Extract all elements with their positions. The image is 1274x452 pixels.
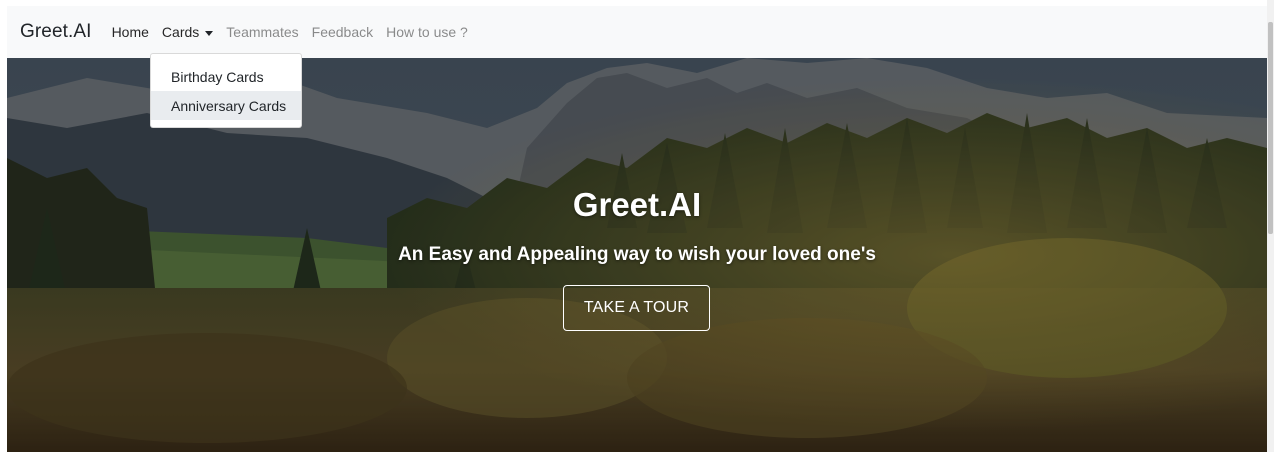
dropdown-item-anniversary-cards[interactable]: Anniversary Cards xyxy=(151,91,301,120)
nav-teammates[interactable]: Teammates xyxy=(226,24,298,40)
navbar-brand[interactable]: Greet.AI xyxy=(20,21,92,43)
navbar: Greet.AI Home Cards Teammates Feedback H… xyxy=(7,6,1267,58)
cards-dropdown-menu: Birthday Cards Anniversary Cards xyxy=(150,53,302,128)
vertical-scrollbar[interactable] xyxy=(1267,0,1274,452)
hero-title: Greet.AI xyxy=(572,186,702,223)
nav-teammates-label: Teammates xyxy=(226,24,299,40)
nav-how-to-use-label: How to use ? xyxy=(386,24,468,40)
caret-down-icon xyxy=(205,30,214,36)
scrollbar-thumb[interactable] xyxy=(1268,22,1273,234)
nav-home[interactable]: Home xyxy=(112,24,149,40)
nav-how-to-use[interactable]: How to use ? xyxy=(386,24,468,40)
dropdown-item-birthday-cards[interactable]: Birthday Cards xyxy=(151,62,301,91)
hero-subtitle: An Easy and Appealing way to wish your l… xyxy=(398,244,876,265)
take-a-tour-button[interactable]: TAKE A TOUR xyxy=(563,285,710,331)
nav-feedback-label: Feedback xyxy=(311,24,374,40)
nav-cards-label: Cards xyxy=(161,24,200,40)
nav-home-label: Home xyxy=(111,24,149,40)
page: Greet.AI Home Cards Teammates Feedback H… xyxy=(0,0,1274,452)
nav-feedback[interactable]: Feedback xyxy=(312,24,373,40)
nav-cards-dropdown-toggle[interactable]: Cards xyxy=(161,24,214,40)
